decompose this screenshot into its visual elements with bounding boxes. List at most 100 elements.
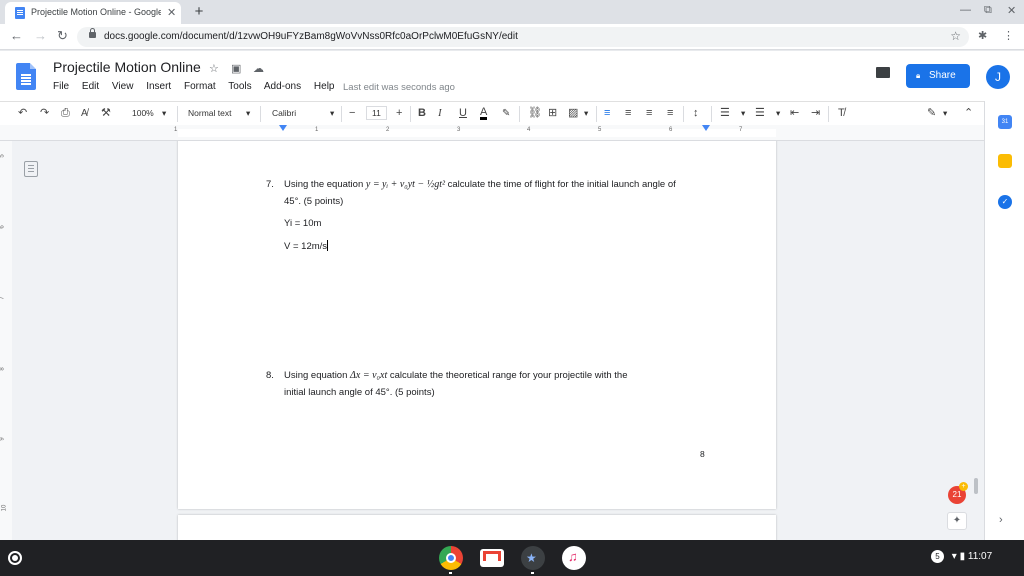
align-left-icon[interactable]: ≡ [604, 107, 610, 120]
decrease-indent-icon[interactable]: ⇤ [790, 107, 799, 120]
calendar-icon[interactable]: 31 [998, 115, 1012, 129]
print-icon[interactable]: ⎙ [61, 107, 70, 120]
docs-header: Projectile Motion Online ☆ ▣ ☁ File Edit… [0, 51, 1024, 101]
menu-tools[interactable]: Tools [228, 81, 251, 92]
menu-view[interactable]: View [112, 81, 134, 92]
status-tray[interactable]: 5 ▾ ▮ 11:07 [931, 550, 992, 563]
decrease-font-size-icon[interactable]: − [349, 107, 355, 120]
clear-formatting-icon[interactable]: T̸ [838, 107, 845, 120]
tasks-icon[interactable]: ✓ [998, 195, 1012, 209]
question-7-line-2[interactable]: 45°. (5 points) [284, 196, 343, 207]
bold-button[interactable]: B [418, 107, 426, 120]
menu-edit[interactable]: Edit [82, 81, 99, 92]
url-text[interactable]: docs.google.com/document/d/1zvwOH9uFYzBa… [104, 31, 518, 42]
browser-menu-icon[interactable]: ⋮ [1003, 29, 1014, 43]
answer-yi[interactable]: Yi = 10m [284, 218, 321, 229]
align-right-icon[interactable]: ≡ [646, 107, 652, 120]
notification-badge[interactable]: 21 + [948, 482, 968, 504]
music-icon[interactable]: ♫ [562, 546, 586, 570]
ruler-tick: 9 [0, 437, 6, 441]
os-shelf: ★ ♫ 5 ▾ ▮ 11:07 [0, 540, 1024, 576]
left-indent-marker[interactable] [279, 125, 287, 131]
numbered-list-icon[interactable]: ☰ [720, 107, 730, 120]
style-select[interactable]: Normal text [188, 108, 231, 118]
new-tab-button[interactable]: + [191, 4, 207, 20]
undo-icon[interactable]: ↶ [18, 107, 27, 120]
scrollbar-thumb[interactable] [974, 478, 978, 494]
question-7-line-1[interactable]: Using the equation y = yᵢ + v₀yt − ½gt² … [284, 179, 676, 190]
gmail-icon[interactable] [480, 549, 504, 567]
bookmark-star-icon[interactable]: ☆ [950, 29, 961, 43]
editing-mode-pencil-icon[interactable]: ✎ [927, 107, 936, 120]
back-arrow-icon[interactable]: ← [10, 29, 23, 43]
chrome-icon[interactable] [439, 546, 463, 570]
align-center-icon[interactable]: ≡ [625, 107, 631, 120]
launcher-icon[interactable] [8, 551, 22, 565]
browser-tab[interactable]: Projectile Motion Online - Google ✕ [5, 2, 181, 24]
underline-button[interactable]: U [459, 107, 467, 120]
window-close-icon[interactable]: ✕ [1007, 4, 1016, 17]
paint-format-icon[interactable]: ⚒ [101, 107, 111, 120]
italic-button[interactable]: I [438, 107, 442, 120]
ruler-tick: 1 [174, 127, 178, 133]
explore-icon[interactable]: ✦ [947, 512, 967, 530]
next-document-page[interactable] [178, 515, 776, 540]
insert-link-icon[interactable]: ⛓ [528, 107, 542, 120]
menu-insert[interactable]: Insert [146, 81, 171, 92]
forward-arrow-icon[interactable]: → [34, 29, 47, 43]
spellcheck-icon[interactable]: A̸ [81, 107, 88, 120]
share-button[interactable]: 🔒︎ Share [906, 64, 970, 88]
move-folder-icon[interactable]: ▣ [231, 62, 241, 75]
bulleted-list-icon[interactable]: ☰ [755, 107, 765, 120]
question-number: 8. [266, 370, 274, 381]
right-indent-marker[interactable] [702, 125, 710, 131]
zoom-select[interactable]: 100% [132, 108, 154, 118]
document-outline-icon[interactable] [24, 161, 38, 177]
menu-file[interactable]: File [53, 81, 69, 92]
increase-font-size-icon[interactable]: + [396, 107, 402, 120]
question-8-line-1[interactable]: Using equation Δx = v₀xt calculate the t… [284, 370, 628, 381]
cloud-status-icon[interactable]: ☁ [253, 62, 264, 75]
docs-logo-icon[interactable] [16, 63, 36, 90]
page-number: 8 [700, 449, 705, 459]
chevron-right-icon[interactable]: › [999, 514, 1003, 526]
star-icon[interactable]: ☆ [209, 62, 219, 75]
answer-velocity[interactable]: V = 12m/s [284, 240, 329, 252]
keep-icon[interactable] [998, 154, 1012, 168]
document-page[interactable]: 7. Using the equation y = yᵢ + v₀yt − ½g… [178, 141, 776, 509]
increase-indent-icon[interactable]: ⇥ [811, 107, 820, 120]
chevron-down-icon: ▾ [776, 108, 781, 118]
font-select[interactable]: Calibri [272, 108, 296, 118]
address-bar[interactable]: docs.google.com/document/d/1zvwOH9uFYzBa… [77, 27, 969, 47]
question-8-line-2[interactable]: initial launch angle of 45°. (5 points) [284, 387, 435, 398]
restore-icon[interactable]: ⧉ [984, 4, 992, 17]
plus-icon: + [959, 482, 968, 491]
tab-close-icon[interactable]: ✕ [167, 6, 176, 19]
question-number: 7. [266, 179, 274, 190]
align-justify-icon[interactable]: ≡ [667, 107, 673, 120]
menu-format[interactable]: Format [184, 81, 216, 92]
divider [711, 106, 712, 122]
line-spacing-icon[interactable]: ↕ [693, 107, 699, 120]
last-edit-status[interactable]: Last edit was seconds ago [343, 82, 455, 93]
collapse-menus-icon[interactable]: ⌃ [964, 107, 973, 120]
google-classroom-icon[interactable]: ★ [521, 546, 545, 570]
ruler-tick: 7 [739, 127, 743, 133]
document-canvas[interactable]: 7. Using the equation y = yᵢ + v₀yt − ½g… [12, 141, 984, 540]
menu-addons[interactable]: Add-ons [264, 81, 301, 92]
comment-history-icon[interactable] [876, 67, 890, 78]
redo-icon[interactable]: ↷ [40, 107, 49, 120]
menu-help[interactable]: Help [314, 81, 335, 92]
font-size-input[interactable]: 11 [366, 106, 387, 120]
extension-puzzle-icon[interactable]: ✱ [978, 29, 987, 43]
minimize-icon[interactable]: — [960, 4, 971, 16]
highlight-pen-icon[interactable]: ✎ [502, 107, 510, 120]
notification-count: 21 [952, 490, 962, 499]
text-color-button[interactable]: A [480, 107, 488, 120]
clock: 11:07 [967, 551, 993, 562]
add-comment-icon[interactable]: ⊞ [548, 107, 557, 120]
avatar[interactable]: J [986, 65, 1010, 89]
document-title[interactable]: Projectile Motion Online [53, 59, 201, 75]
insert-image-icon[interactable]: ▨ [568, 107, 578, 120]
reload-icon[interactable]: ↻ [57, 29, 68, 43]
